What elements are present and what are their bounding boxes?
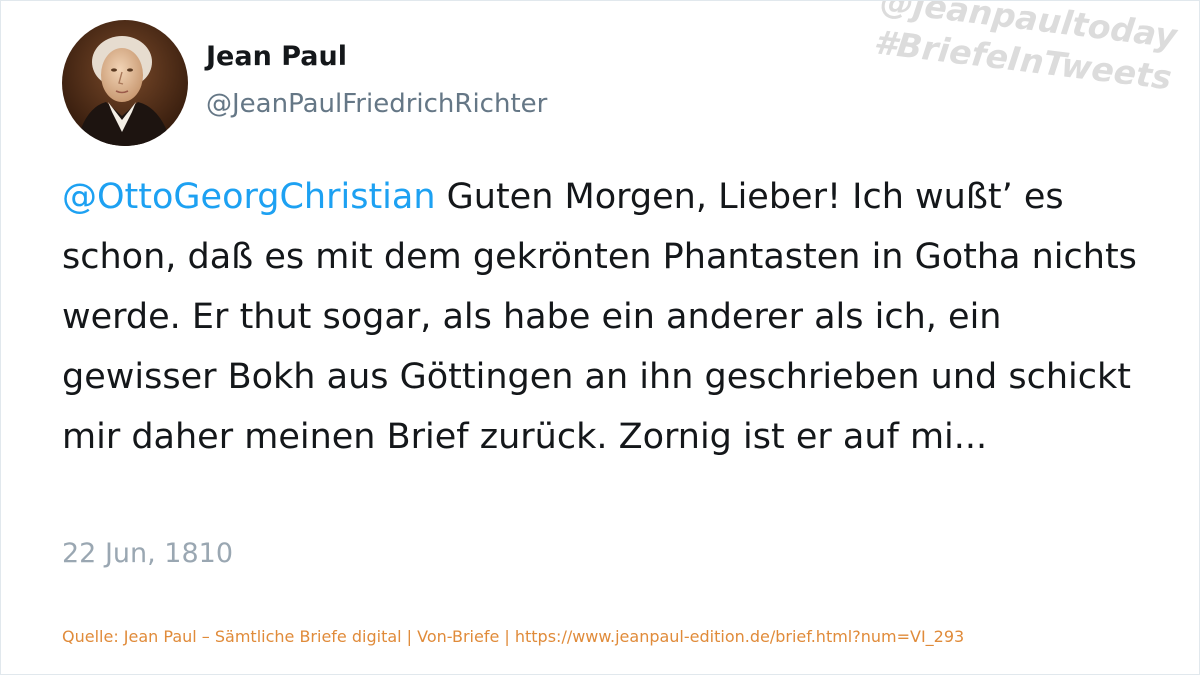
mention-link[interactable]: @OttoGeorgChristian bbox=[62, 177, 436, 217]
watermark: @jeanpaultoday #BriefeInTweets bbox=[871, 1, 1179, 99]
portrait-avatar-image bbox=[62, 20, 188, 146]
tweet-text: @OttoGeorgChristian Guten Morgen, Lieber… bbox=[62, 167, 1162, 467]
tweet-date: 22 Jun, 1810 bbox=[62, 538, 234, 569]
author-display-name[interactable]: Jean Paul bbox=[206, 41, 347, 72]
author-handle[interactable]: @JeanPaulFriedrichRichter bbox=[206, 89, 547, 119]
portrait-avatar-icon[interactable] bbox=[62, 20, 188, 146]
tweet-body: Guten Morgen, Lieber! Ich wußt’ es schon… bbox=[62, 177, 1137, 457]
source-citation: Quelle: Jean Paul – Sämtliche Briefe dig… bbox=[62, 627, 965, 646]
tweet-card: Jean Paul @JeanPaulFriedrichRichter @jea… bbox=[0, 0, 1200, 675]
